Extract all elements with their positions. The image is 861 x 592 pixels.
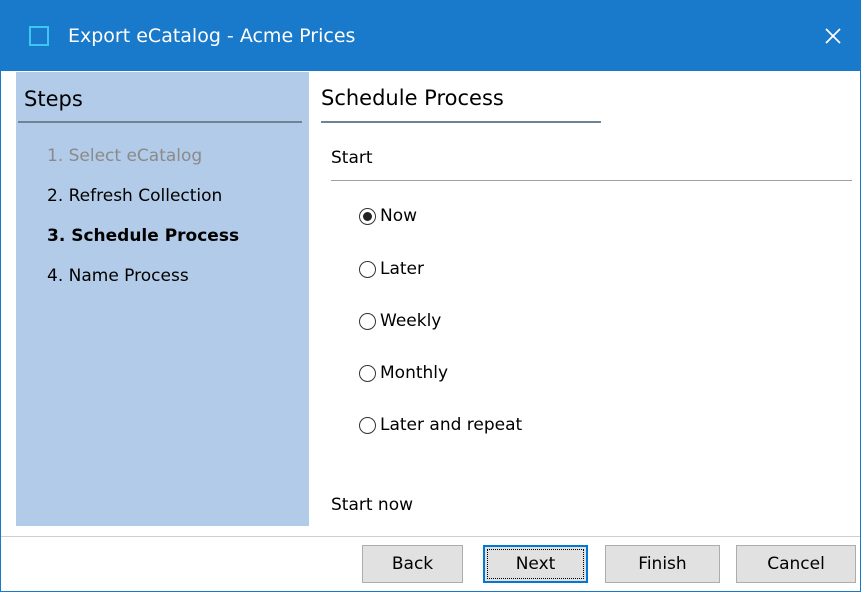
step-name-process: 4. Name Process — [47, 266, 189, 286]
radio-now-label: Now — [380, 206, 418, 226]
step-schedule-process: 3. Schedule Process — [47, 226, 240, 246]
radio-unchecked-icon — [359, 260, 376, 278]
radio-weekly-label: Weekly — [380, 311, 442, 331]
steps-panel: Steps 1. Select eCatalog 2. Refresh Coll… — [16, 72, 309, 526]
page-title: Schedule Process — [321, 86, 504, 110]
next-button[interactable]: Next — [483, 545, 588, 583]
footer-divider — [1, 536, 860, 537]
finish-button[interactable]: Finish — [605, 545, 720, 583]
close-icon — [825, 28, 841, 44]
title-bar: Export eCatalog - Acme Prices — [1, 1, 860, 71]
radio-checked-icon — [359, 207, 376, 225]
radio-unchecked-icon — [359, 312, 376, 330]
radio-weekly[interactable]: Weekly — [359, 309, 441, 333]
app-icon — [29, 26, 49, 46]
start-section-label: Start — [331, 148, 373, 168]
radio-later-label: Later — [380, 259, 425, 279]
schedule-status-text: Start now — [331, 495, 414, 515]
step-refresh-collection: 2. Refresh Collection — [47, 186, 223, 206]
start-section-divider — [331, 180, 852, 181]
cancel-button[interactable]: Cancel — [736, 545, 856, 583]
page-title-divider — [321, 121, 601, 123]
export-ecatalog-dialog: Export eCatalog - Acme Prices Steps 1. S… — [0, 0, 861, 592]
radio-unchecked-icon — [359, 416, 376, 434]
radio-unchecked-icon — [359, 364, 376, 382]
radio-later-and-repeat-label: Later and repeat — [380, 415, 523, 435]
radio-later-and-repeat[interactable]: Later and repeat — [359, 413, 522, 437]
radio-monthly[interactable]: Monthly — [359, 361, 448, 385]
radio-monthly-label: Monthly — [380, 363, 449, 383]
back-button[interactable]: Back — [362, 545, 463, 583]
window-title: Export eCatalog - Acme Prices — [68, 25, 356, 47]
steps-divider — [18, 121, 302, 123]
focus-ring — [487, 549, 584, 579]
steps-title: Steps — [24, 87, 83, 111]
step-select-ecatalog: 1. Select eCatalog — [47, 146, 203, 166]
radio-later[interactable]: Later — [359, 257, 424, 281]
close-button[interactable] — [813, 17, 853, 55]
radio-now[interactable]: Now — [359, 204, 417, 228]
